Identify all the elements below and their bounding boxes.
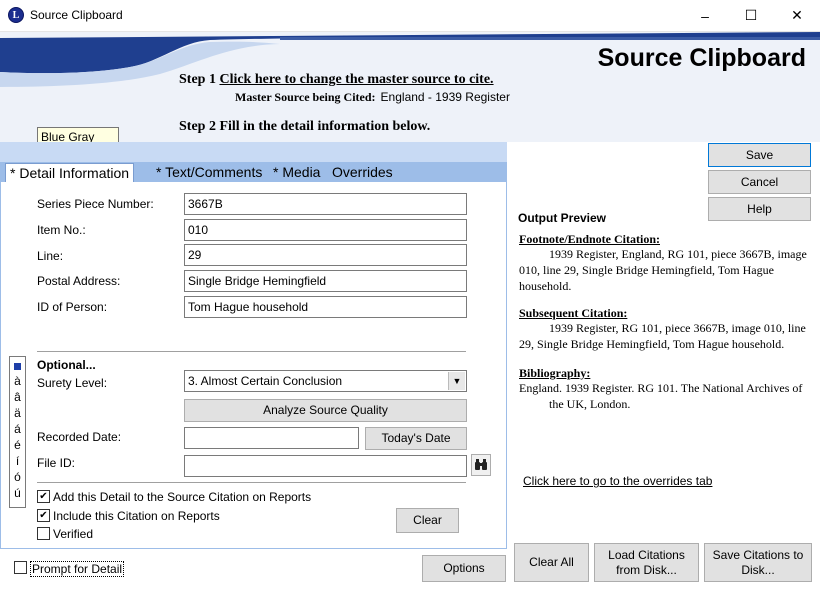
char-i-acute[interactable]: í (10, 453, 25, 469)
recorded-date-label: Recorded Date: (37, 430, 122, 444)
footnote-heading: Footnote/Endnote Citation: (519, 232, 660, 246)
help-button[interactable]: Help (708, 197, 811, 221)
bibliography-text: England. 1939 Register. RG 101. The Nati… (519, 381, 803, 411)
include-citation-label: Include this Citation on Reports (53, 509, 220, 523)
tab-text-comments[interactable]: * Text/Comments (152, 163, 266, 182)
surety-level-label: Surety Level: (37, 376, 108, 390)
master-source-line: Master Source being Cited: England - 1939… (235, 90, 510, 104)
subsequent-heading: Subsequent Citation: (519, 306, 628, 320)
special-characters-strip: à â ä á é í ó ú (9, 356, 26, 508)
line-input[interactable]: 29 (184, 244, 467, 266)
surety-level-dropdown[interactable]: 3. Almost Certain Conclusion ▼ (184, 370, 467, 392)
footnote-text: 1939 Register, England, RG 101, piece 36… (519, 247, 807, 293)
subsequent-text: 1939 Register, RG 101, piece 3667B, imag… (519, 321, 806, 351)
id-of-person-input[interactable]: Tom Hague household (184, 296, 467, 318)
tab-media[interactable]: * Media (269, 163, 324, 182)
add-detail-label: Add this Detail to the Source Citation o… (53, 490, 312, 504)
series-piece-input[interactable]: 3667B (184, 193, 467, 215)
change-master-source-link[interactable]: Click here to change the master source t… (219, 72, 493, 87)
prompt-for-detail-label: Prompt for Detail (30, 561, 125, 577)
binoculars-icon[interactable] (471, 454, 491, 476)
save-citations-button[interactable]: Save Citations to Disk... (704, 543, 812, 582)
save-button[interactable]: Save (708, 143, 811, 167)
verified-label: Verified (53, 527, 94, 541)
page-title: Source Clipboard (597, 44, 806, 72)
analyze-source-quality-button[interactable]: Analyze Source Quality (184, 399, 467, 422)
char-a-grave[interactable]: à (10, 373, 25, 389)
options-button[interactable]: Options (422, 555, 506, 582)
char-e-acute[interactable]: é (10, 437, 25, 453)
tab-detail-information[interactable]: * Detail Information (5, 163, 135, 182)
overrides-tab-link[interactable]: Click here to go to the overrides tab (523, 474, 712, 488)
item-no-label: Item No.: (37, 223, 86, 237)
file-id-label: File ID: (37, 456, 76, 470)
add-detail-checkbox[interactable]: ✔ (37, 490, 50, 503)
tab-overrides[interactable]: Overrides (328, 163, 397, 182)
app-icon: L (8, 7, 24, 23)
divider-2 (37, 482, 466, 483)
line-label: Line: (37, 249, 64, 263)
postal-address-label: Postal Address: (37, 274, 121, 288)
file-id-input[interactable] (184, 455, 467, 477)
id-of-person-label: ID of Person: (37, 300, 108, 314)
tab-header-band (0, 142, 507, 162)
prompt-for-detail-checkbox[interactable] (14, 561, 27, 574)
optional-heading: Optional... (37, 358, 96, 372)
load-citations-button[interactable]: Load Citations from Disk... (594, 543, 699, 582)
item-no-input[interactable]: 010 (184, 219, 467, 241)
step1-line: Step 1 Click here to change the master s… (179, 72, 494, 87)
divider (37, 351, 466, 352)
surety-level-value: 3. Almost Certain Conclusion (188, 374, 343, 388)
step2-instruction: Step 2 Fill in the detail information be… (179, 119, 431, 134)
series-piece-label: Series Piece Number: (37, 197, 154, 211)
bibliography-heading: Bibliography: (519, 366, 591, 380)
postal-address-input[interactable]: Single Bridge Hemingfield (184, 270, 467, 292)
clear-all-button[interactable]: Clear All (514, 543, 589, 582)
char-a-circumflex[interactable]: â (10, 389, 25, 405)
maximize-button[interactable]: ☐ (728, 0, 774, 31)
window-title: Source Clipboard (30, 8, 123, 22)
char-a-umlaut[interactable]: ä (10, 405, 25, 421)
char-u-acute[interactable]: ú (10, 485, 25, 501)
minimize-button[interactable]: – (682, 0, 728, 31)
master-source-value: England - 1939 Register (380, 90, 510, 104)
char-a-acute[interactable]: á (10, 421, 25, 437)
char-o-acute[interactable]: ó (10, 469, 25, 485)
todays-date-button[interactable]: Today's Date (365, 427, 467, 450)
cancel-button[interactable]: Cancel (708, 170, 811, 194)
output-preview-heading: Output Preview (518, 211, 607, 225)
header-banner: Source Clipboard Step 1 Click here to ch… (0, 32, 820, 142)
recorded-date-input[interactable] (184, 427, 359, 449)
chevron-down-icon[interactable]: ▼ (448, 372, 465, 390)
include-citation-checkbox[interactable]: ✔ (37, 509, 50, 522)
binoculars-glyph (475, 459, 487, 470)
verified-checkbox[interactable] (37, 527, 50, 540)
clear-button[interactable]: Clear (396, 508, 459, 533)
close-button[interactable]: ✕ (774, 0, 820, 31)
square-icon (14, 363, 21, 370)
